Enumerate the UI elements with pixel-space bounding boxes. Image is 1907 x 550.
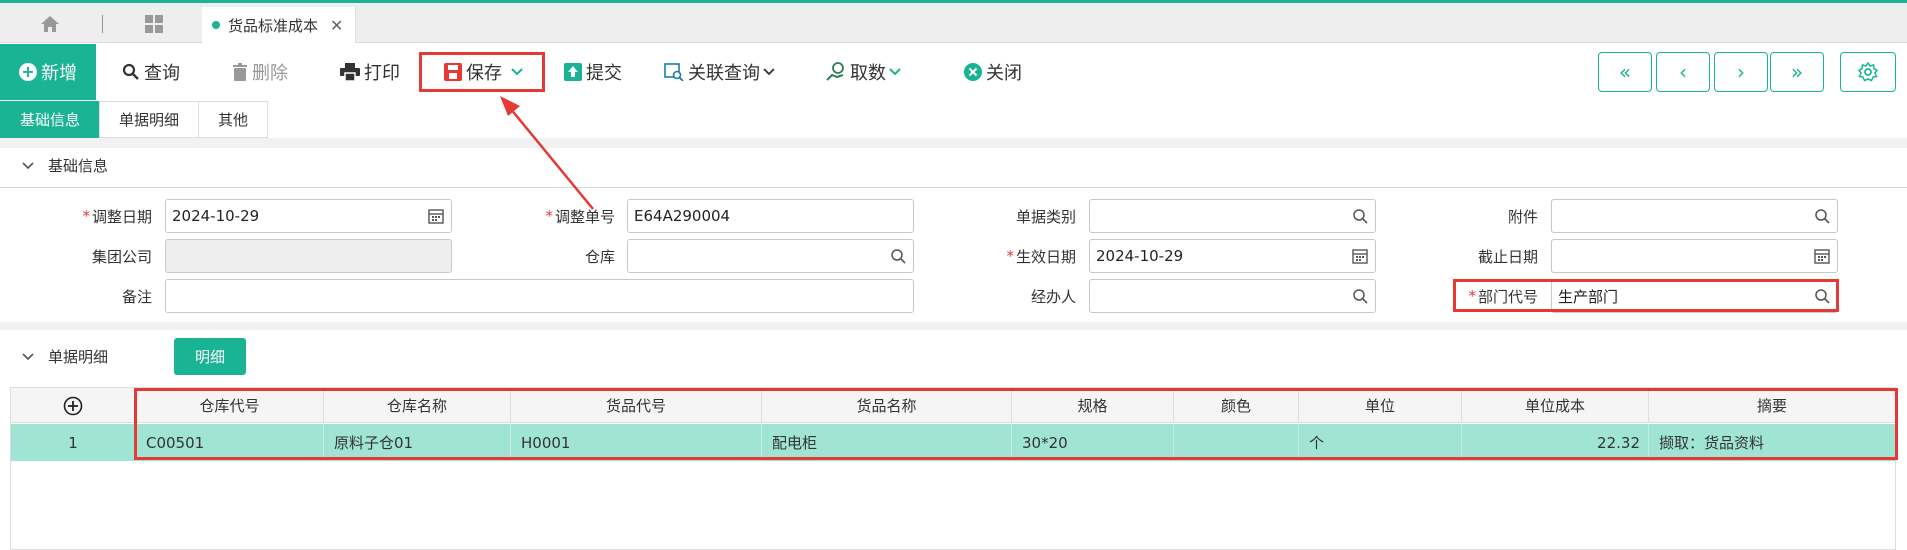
close-label: 关闭 [986, 63, 1022, 84]
print-label: 打印 [364, 63, 400, 84]
delete-button[interactable]: 删除 [232, 54, 288, 90]
tab-separator [102, 15, 103, 33]
close-circle-icon [964, 63, 982, 81]
hand-coin-icon [826, 62, 844, 81]
home-icon[interactable] [20, 9, 80, 39]
related-query-label: 关联查询 [688, 63, 760, 84]
dept-highlight-box [1453, 279, 1839, 312]
divider-band [0, 322, 1907, 330]
adjust-no-label: * 调整单号 [545, 207, 615, 226]
close-button[interactable]: 关闭 [964, 54, 1022, 90]
next-record-button[interactable]: › [1714, 52, 1768, 92]
first-record-button[interactable]: « [1598, 52, 1652, 92]
remark-field[interactable] [165, 279, 914, 313]
print-button[interactable]: 打印 [340, 54, 400, 90]
settings-button[interactable] [1840, 52, 1896, 92]
trash-icon [233, 63, 247, 81]
doc-type-field[interactable] [1089, 199, 1376, 233]
new-button[interactable]: + 新增 [0, 44, 96, 100]
group-company-label: 集团公司 [91, 247, 152, 266]
calendar-icon[interactable] [428, 208, 444, 228]
search-icon [122, 63, 139, 80]
section-tabs: 基础信息 单据明细 其他 [0, 101, 269, 138]
upload-icon [564, 63, 582, 81]
basic-info-title: 基础信息 [48, 156, 109, 175]
warehouse-label: 仓库 [584, 247, 615, 266]
related-search-icon [664, 63, 684, 81]
end-date-field[interactable] [1551, 239, 1838, 273]
chevron-down-icon [22, 347, 34, 365]
warehouse-field[interactable] [627, 239, 914, 273]
search-icon[interactable] [890, 248, 906, 268]
calendar-icon[interactable] [1814, 248, 1830, 268]
chevron-down-icon [763, 68, 775, 76]
add-row-icon[interactable] [11, 388, 136, 423]
save-highlight-box [419, 52, 545, 92]
search-icon[interactable] [1814, 208, 1830, 228]
effective-date-field[interactable]: 2024-10-29 [1089, 239, 1376, 273]
query-label: 查询 [144, 63, 180, 84]
submit-label: 提交 [586, 63, 622, 84]
last-record-button[interactable]: » [1770, 52, 1824, 92]
chevron-right-icon: › [1737, 60, 1745, 84]
adjust-date-label: * 调整日期 [82, 207, 152, 226]
search-icon[interactable] [1352, 288, 1368, 308]
tab-bar: 货品标准成本 ✕ [0, 3, 1907, 43]
delete-label: 删除 [252, 63, 288, 84]
adjust-no-field[interactable]: E64A290004 [627, 199, 914, 233]
prev-record-button[interactable]: ‹ [1656, 52, 1710, 92]
calendar-icon[interactable] [1352, 248, 1368, 268]
submit-button[interactable]: 提交 [564, 54, 622, 90]
double-chevron-right-icon: » [1790, 60, 1804, 84]
detail-button[interactable]: 明细 [174, 338, 246, 375]
printer-icon [340, 63, 360, 81]
section-divider [0, 187, 1907, 188]
chevron-down-icon [889, 68, 901, 76]
handler-label: 经办人 [1030, 287, 1076, 306]
chevron-left-icon: ‹ [1679, 60, 1687, 84]
handler-field[interactable] [1089, 279, 1376, 313]
active-dot-icon [212, 21, 220, 29]
effective-date-label: * 生效日期 [1006, 247, 1076, 266]
basic-info-section-header[interactable]: 基础信息 [0, 146, 108, 184]
tab-document-detail[interactable]: 单据明细 [99, 101, 200, 138]
related-query-button[interactable]: 关联查询 [664, 54, 780, 90]
doc-type-label: 单据类别 [1015, 207, 1076, 226]
detail-section-header[interactable]: 单据明细 [0, 337, 108, 375]
query-button[interactable]: 查询 [122, 54, 180, 90]
gear-icon [1858, 62, 1878, 82]
plus-icon: + [19, 63, 37, 81]
tab-document-label: 货品标准成本 [228, 16, 319, 35]
remark-label: 备注 [121, 287, 152, 306]
divider-band [0, 138, 1907, 148]
tab-document[interactable]: 货品标准成本 ✕ [202, 7, 356, 43]
fetch-button[interactable]: 取数 [826, 54, 906, 90]
toolbar: + 新增 查询 删除 打印 保存 提交 关联查询 取数 关闭 « ‹ › » [0, 44, 1907, 100]
attachment-field[interactable] [1551, 199, 1838, 233]
detail-highlight-box [134, 388, 1898, 460]
end-date-label: 截止日期 [1477, 247, 1538, 266]
tab-basic-info[interactable]: 基础信息 [0, 101, 101, 138]
chevron-down-icon [22, 156, 34, 174]
close-tab-icon[interactable]: ✕ [330, 16, 343, 35]
row-number: 1 [11, 424, 136, 461]
new-button-label: 新增 [41, 63, 77, 84]
fetch-label: 取数 [850, 63, 886, 84]
attachment-label: 附件 [1507, 207, 1538, 226]
search-icon[interactable] [1352, 208, 1368, 228]
group-company-field [165, 239, 452, 273]
double-chevron-left-icon: « [1618, 60, 1632, 84]
tab-other[interactable]: 其他 [198, 101, 269, 138]
apps-grid-icon[interactable] [124, 9, 184, 39]
adjust-date-field[interactable]: 2024-10-29 [165, 199, 452, 233]
detail-title: 单据明细 [48, 347, 109, 366]
